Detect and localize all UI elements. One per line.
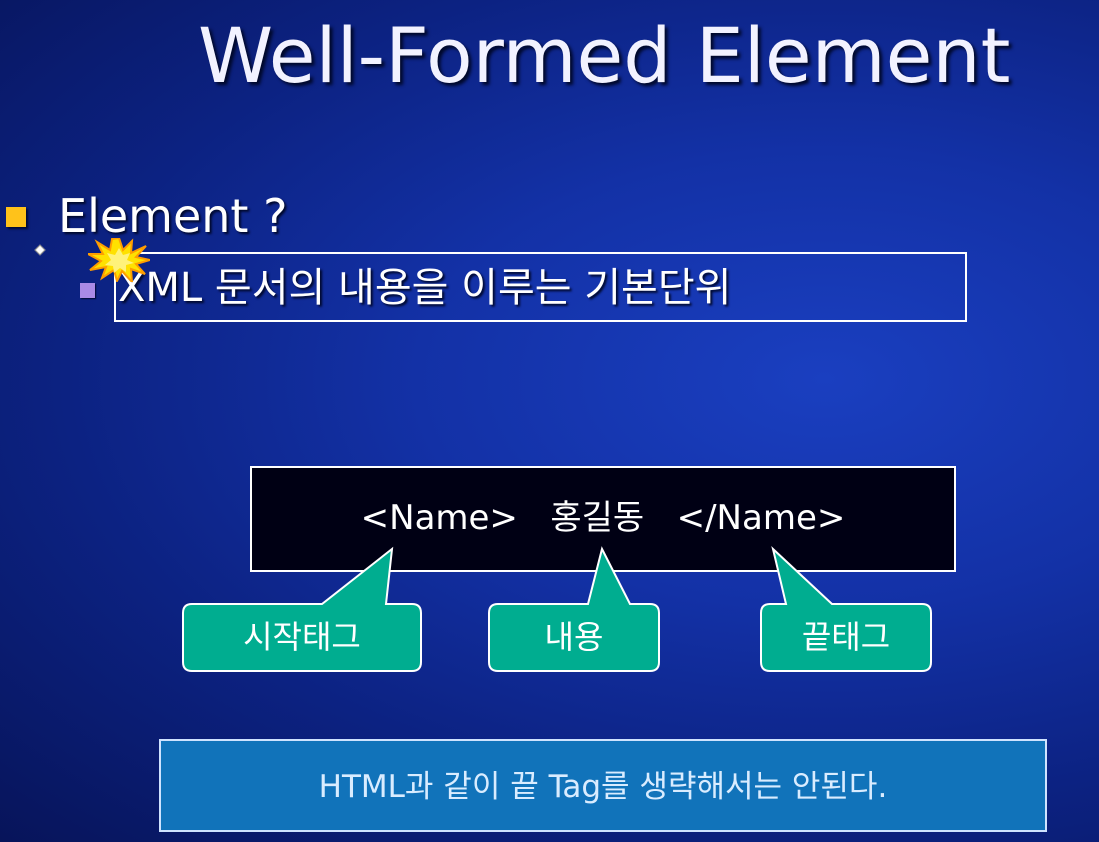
callout-end-tag: 끝태그 [801, 618, 891, 656]
callout-start-tag: 시작태그 [243, 618, 361, 656]
note-box: HTML과 같이 끝 Tag를 생략해서는 안된다. [159, 739, 1047, 832]
callout-shapes [182, 546, 932, 672]
note-text: HTML과 같이 끝 Tag를 생략해서는 안된다. [318, 769, 888, 805]
callout-content: 내용 [544, 618, 604, 656]
